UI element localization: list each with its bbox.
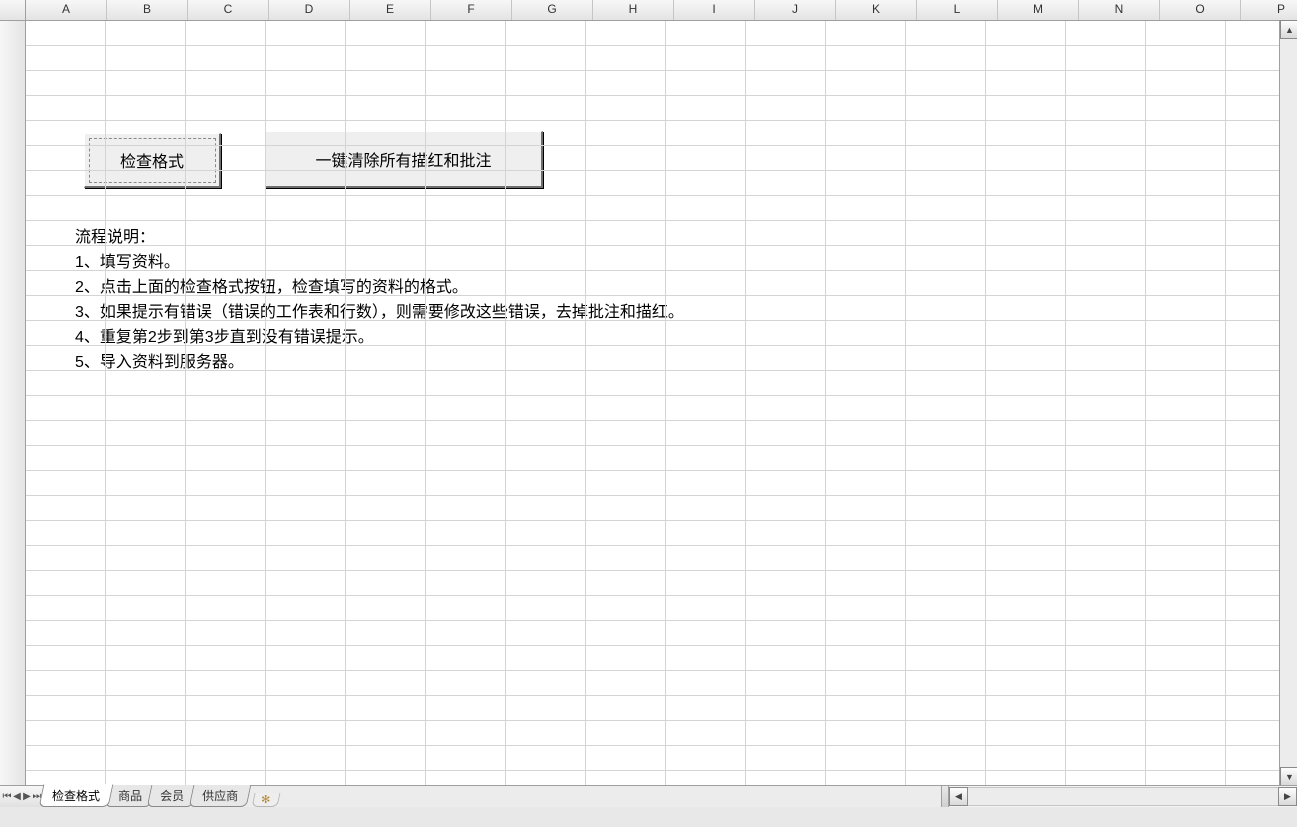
col-head-O[interactable]: O — [1160, 0, 1241, 20]
tab-nav-next[interactable]: ▶ — [22, 789, 32, 805]
gridline-horizontal — [25, 370, 1297, 371]
gridline-vertical — [825, 20, 826, 786]
scroll-up-button[interactable]: ▲ — [1280, 20, 1297, 39]
tab-label: 供应商 — [202, 787, 238, 804]
col-head-E[interactable]: E — [350, 0, 431, 20]
tab-nav-prev[interactable]: ◀ — [12, 789, 22, 805]
gridline-vertical — [1225, 20, 1226, 786]
gridline-horizontal — [25, 345, 1297, 346]
gridline-vertical — [1065, 20, 1066, 786]
col-head-N[interactable]: N — [1079, 0, 1160, 20]
clear-all-label: 一键清除所有描红和批注 — [315, 147, 491, 171]
gridline-vertical — [345, 20, 346, 786]
gridline-horizontal — [25, 120, 1297, 121]
gridline-vertical — [585, 20, 586, 786]
sheet-tabs: 检查格式 商品 会员 供应商 ✻ — [45, 786, 279, 807]
gridline-horizontal — [25, 45, 1297, 46]
gridline-horizontal — [25, 720, 1297, 721]
col-head-F[interactable]: F — [431, 0, 512, 20]
gridline-horizontal — [25, 545, 1297, 546]
gridline-horizontal — [25, 520, 1297, 521]
cells-area[interactable]: 检查格式 一键清除所有描红和批注 流程说明： 1、填写资料。 2、点击上面的检查… — [25, 20, 1297, 786]
check-format-label: 检查格式 — [120, 148, 184, 172]
row-headers[interactable] — [0, 20, 26, 786]
gridline-horizontal — [25, 220, 1297, 221]
col-head-G[interactable]: G — [512, 0, 593, 20]
gridline-vertical — [665, 20, 666, 786]
gridline-vertical — [265, 20, 266, 786]
gridline-horizontal — [25, 770, 1297, 771]
tab-label: 会员 — [160, 787, 184, 804]
gridline-horizontal — [25, 320, 1297, 321]
gridline-horizontal — [25, 570, 1297, 571]
vertical-scroll-track[interactable] — [1280, 39, 1297, 767]
gridline-horizontal — [25, 170, 1297, 171]
gridline-vertical — [185, 20, 186, 786]
gridline-horizontal — [25, 195, 1297, 196]
gridline-vertical — [905, 20, 906, 786]
gridline-horizontal — [25, 645, 1297, 646]
col-head-K[interactable]: K — [836, 0, 917, 20]
gridline-horizontal — [25, 70, 1297, 71]
gridline-vertical — [105, 20, 106, 786]
gridline-horizontal — [25, 745, 1297, 746]
tab-scroll-splitter[interactable] — [942, 786, 949, 807]
gridline-vertical — [425, 20, 426, 786]
col-head-M[interactable]: M — [998, 0, 1079, 20]
horizontal-scrollbar[interactable]: ◀ ▶ — [941, 786, 1297, 807]
gridline-horizontal — [25, 145, 1297, 146]
gridline-horizontal — [25, 595, 1297, 596]
gridline-horizontal — [25, 395, 1297, 396]
scroll-down-button[interactable]: ▼ — [1280, 767, 1297, 786]
gridline-horizontal — [25, 495, 1297, 496]
gridline-vertical — [1145, 20, 1146, 786]
status-bar — [0, 806, 1297, 827]
select-all-corner[interactable] — [0, 0, 26, 20]
col-head-B[interactable]: B — [107, 0, 188, 20]
gridline-horizontal — [25, 245, 1297, 246]
col-head-A[interactable]: A — [26, 0, 107, 20]
gridline-horizontal — [25, 445, 1297, 446]
col-head-J[interactable]: J — [755, 0, 836, 20]
cell-grid[interactable]: 检查格式 一键清除所有描红和批注 流程说明： 1、填写资料。 2、点击上面的检查… — [0, 20, 1297, 786]
new-sheet-icon: ✻ — [262, 793, 271, 806]
col-head-I[interactable]: I — [674, 0, 755, 20]
gridline-vertical — [505, 20, 506, 786]
new-sheet-button[interactable]: ✻ — [252, 793, 281, 807]
tab-label: 商品 — [118, 787, 142, 804]
col-head-L[interactable]: L — [917, 0, 998, 20]
col-head-H[interactable]: H — [593, 0, 674, 20]
gridline-horizontal — [25, 695, 1297, 696]
gridline-horizontal — [25, 270, 1297, 271]
gridline-horizontal — [25, 295, 1297, 296]
tab-label: 检查格式 — [52, 787, 100, 804]
clear-all-button[interactable]: 一键清除所有描红和批注 — [265, 131, 543, 188]
scroll-right-button[interactable]: ▶ — [1278, 787, 1297, 806]
gridline-horizontal — [25, 620, 1297, 621]
tab-suppliers[interactable]: 供应商 — [189, 785, 252, 807]
gridline-vertical — [745, 20, 746, 786]
tab-nav-buttons: ⏮ ◀ ▶ ⏭ — [0, 786, 45, 807]
vertical-scrollbar[interactable]: ▲ ▼ — [1279, 20, 1297, 786]
gridline-horizontal — [25, 420, 1297, 421]
column-headers: A B C D E F G H I J K L M N O P — [0, 0, 1297, 21]
col-head-D[interactable]: D — [269, 0, 350, 20]
horizontal-scroll-track[interactable] — [968, 787, 1278, 806]
gridline-vertical — [985, 20, 986, 786]
tab-nav-first[interactable]: ⏮ — [2, 789, 12, 805]
col-head-C[interactable]: C — [188, 0, 269, 20]
col-head-P[interactable]: P — [1241, 0, 1297, 20]
scroll-left-button[interactable]: ◀ — [949, 787, 968, 806]
gridline-horizontal — [25, 95, 1297, 96]
sheet-tab-bar: ⏮ ◀ ▶ ⏭ 检查格式 商品 会员 供应商 ✻ ◀ ▶ — [0, 785, 1297, 807]
gridline-horizontal — [25, 470, 1297, 471]
gridline-horizontal — [25, 670, 1297, 671]
tab-check-format[interactable]: 检查格式 — [39, 784, 114, 807]
